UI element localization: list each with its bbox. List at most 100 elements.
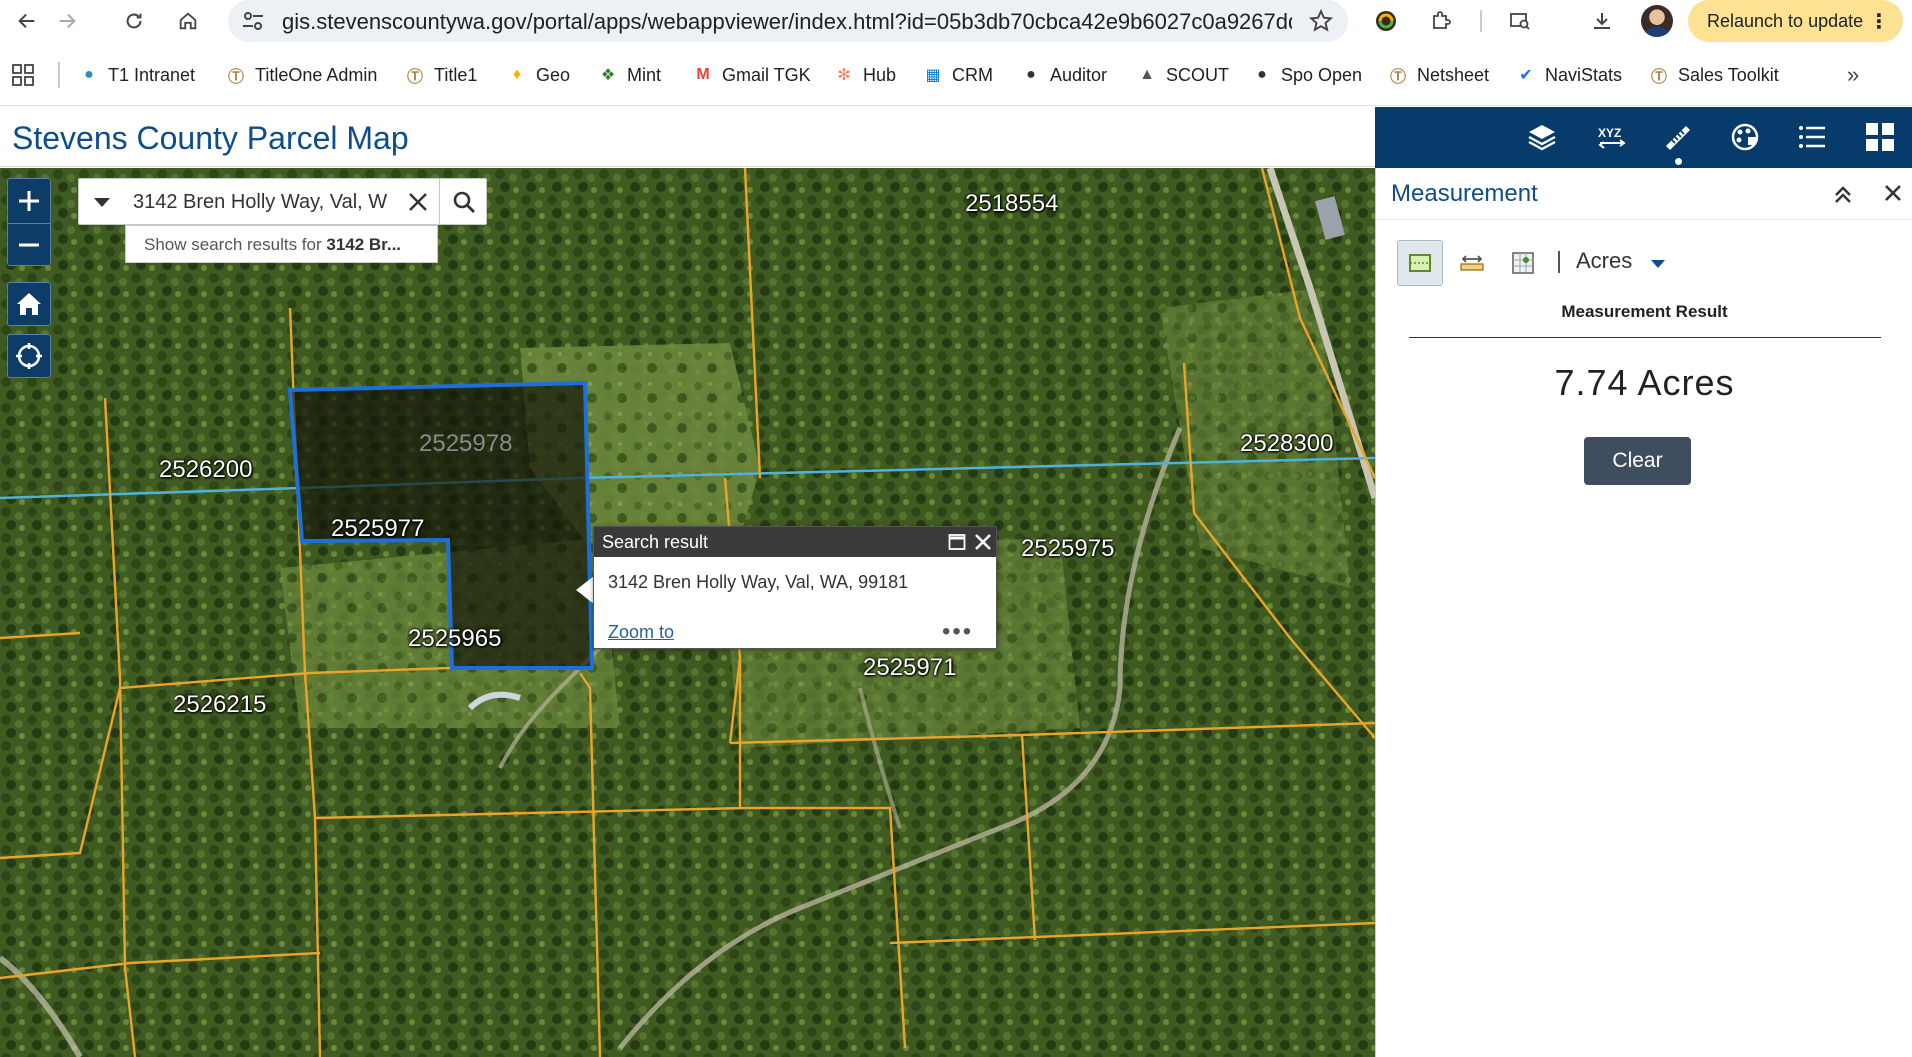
bookmark-geo[interactable]: ♦ Geo [506, 63, 570, 87]
bookmark-label: Auditor [1050, 64, 1108, 85]
close-icon[interactable] [972, 531, 994, 553]
search-widget [78, 178, 487, 225]
puzzle-icon [1433, 11, 1451, 29]
maximize-icon[interactable] [948, 533, 966, 551]
forward-arrow-icon [59, 13, 76, 29]
measurement-panel: Measurement Acres Measurement Result 7.7… [1375, 168, 1912, 1057]
extension-icon-1[interactable] [1373, 8, 1399, 34]
bookmark-navistats[interactable]: ✔ NaviStats [1515, 63, 1622, 87]
popup-pointer [576, 576, 594, 604]
search-suggestion[interactable]: Show search results for 3142 Br... [125, 225, 438, 263]
tab-search-button[interactable] [1507, 8, 1533, 34]
location-tool-button[interactable] [1500, 240, 1546, 286]
bookmark-label: SCOUT [1166, 64, 1229, 85]
basemap-button[interactable] [1725, 117, 1765, 157]
apps-grid-icon[interactable] [12, 64, 34, 86]
search-source-dropdown-icon[interactable] [87, 187, 117, 217]
zoom-in-button[interactable] [8, 179, 50, 222]
hubspot-icon: ✻ [837, 67, 851, 84]
bookmark-label: Spo Open [1281, 64, 1363, 85]
bookmark-title1[interactable]: Ⓣ Title1 [404, 63, 477, 87]
close-icon[interactable] [1882, 182, 1904, 204]
bookmark-hub[interactable]: ✻ Hub [833, 63, 896, 87]
extension-badge-icon [1376, 11, 1396, 31]
downloads-button[interactable] [1589, 8, 1615, 34]
area-measure-icon [1409, 254, 1431, 272]
legend-button[interactable] [1792, 117, 1832, 157]
parcel-label: 2525978 [419, 430, 513, 457]
reload-icon [126, 13, 142, 29]
bookmark-titleone-admin[interactable]: Ⓣ TitleOne Admin [225, 63, 377, 87]
bookmark-scout[interactable]: ▲ SCOUT [1136, 63, 1229, 87]
extensions-button[interactable] [1428, 8, 1454, 34]
basemap-icon [1731, 123, 1759, 151]
distance-measure-icon [1460, 255, 1484, 271]
titleone-icon: Ⓣ [227, 69, 244, 86]
site-settings-icon[interactable] [240, 9, 266, 33]
coordinate-button[interactable]: XYZ [1592, 117, 1632, 157]
home-icon [179, 12, 197, 30]
home-button[interactable] [171, 4, 205, 38]
locate-button[interactable] [7, 334, 51, 378]
reload-button[interactable] [117, 4, 151, 38]
popup-address: 3142 Bren Holly Way, Val, WA, 99181 [608, 572, 909, 592]
panel-title: Measurement [1391, 180, 1538, 207]
area-tool-button[interactable] [1397, 240, 1443, 286]
bookmark-spo-open[interactable]: ● Spo Open [1251, 63, 1362, 87]
bookmark-mint[interactable]: ❖ Mint [597, 63, 661, 87]
bookmark-auditor[interactable]: ● Auditor [1020, 63, 1107, 87]
bookmarks-divider [58, 62, 60, 88]
parcel-label: 2518554 [965, 190, 1059, 217]
back-arrow-icon [18, 13, 35, 29]
back-button[interactable] [10, 4, 44, 38]
address-bar[interactable]: gis.stevenscountywa.gov/portal/apps/weba… [228, 0, 1348, 42]
parcel-label: 2525977 [331, 515, 425, 542]
bookmark-sales-toolkit[interactable]: Ⓣ Sales Toolkit [1648, 63, 1779, 87]
clear-search-icon[interactable] [405, 189, 431, 215]
forward-button[interactable] [50, 4, 84, 38]
home-extent-button[interactable] [7, 282, 51, 326]
bookmark-label: Gmail TGK [722, 64, 811, 85]
url-text[interactable]: gis.stevenscountywa.gov/portal/apps/weba… [282, 9, 1292, 35]
unit-separator [1558, 251, 1560, 273]
bookmark-star-icon[interactable] [1308, 8, 1334, 34]
suggestion-term: 3142 Br... [326, 235, 402, 254]
zoom-to-link[interactable]: Zoom to [608, 622, 674, 643]
bookmark-t1-intranet[interactable]: ● T1 Intranet [78, 63, 195, 87]
measurement-button[interactable] [1657, 117, 1697, 157]
relaunch-button[interactable]: Relaunch to update ⋮ [1688, 0, 1903, 42]
panel-divider [1376, 219, 1912, 220]
parcel-label: 2525971 [863, 654, 957, 681]
bookmark-label: Title1 [434, 64, 478, 85]
bookmark-gmail-tgk[interactable]: M Gmail TGK [692, 63, 811, 87]
bookmark-label: Netsheet [1417, 64, 1490, 85]
chevron-down-icon[interactable] [1651, 260, 1665, 268]
clear-button[interactable]: Clear [1584, 437, 1691, 485]
globe-icon: ● [1026, 66, 1036, 83]
bookmarks-overflow-icon[interactable]: » [1847, 62, 1859, 88]
unit-dropdown[interactable]: Acres [1576, 248, 1632, 274]
apps-grid-icon [1866, 123, 1894, 151]
distance-tool-button[interactable] [1449, 240, 1495, 286]
measure-icon [1666, 126, 1690, 150]
microsoft-icon: ▦ [925, 67, 941, 84]
bookmark-crm[interactable]: ▦ CRM [922, 63, 993, 87]
coordinate-icon: XYZ [1598, 126, 1626, 149]
zoom-out-button[interactable] [8, 223, 50, 266]
browser-menu-icon[interactable]: ⋮ [1869, 9, 1889, 34]
layer-list-button[interactable] [1522, 117, 1562, 157]
browser-toolbar: gis.stevenscountywa.gov/portal/apps/weba… [0, 0, 1912, 42]
parcel-label: 2526215 [173, 691, 267, 718]
bookmark-label: CRM [952, 64, 993, 85]
profile-avatar[interactable] [1641, 5, 1673, 37]
page-title: Stevens County Parcel Map [12, 120, 409, 156]
layers-icon [1528, 125, 1556, 151]
bookmark-netsheet[interactable]: Ⓣ Netsheet [1387, 63, 1489, 87]
search-button[interactable] [439, 179, 487, 224]
search-result-popup: Search result 3142 Bren Holly Way, Val, … [593, 526, 997, 649]
collapse-icon[interactable] [1831, 182, 1855, 206]
popup-more-icon[interactable]: ••• [942, 618, 973, 646]
widget-grid-button[interactable] [1860, 117, 1900, 157]
minus-icon [19, 243, 39, 247]
widget-toolbar: XYZ [1375, 107, 1912, 168]
